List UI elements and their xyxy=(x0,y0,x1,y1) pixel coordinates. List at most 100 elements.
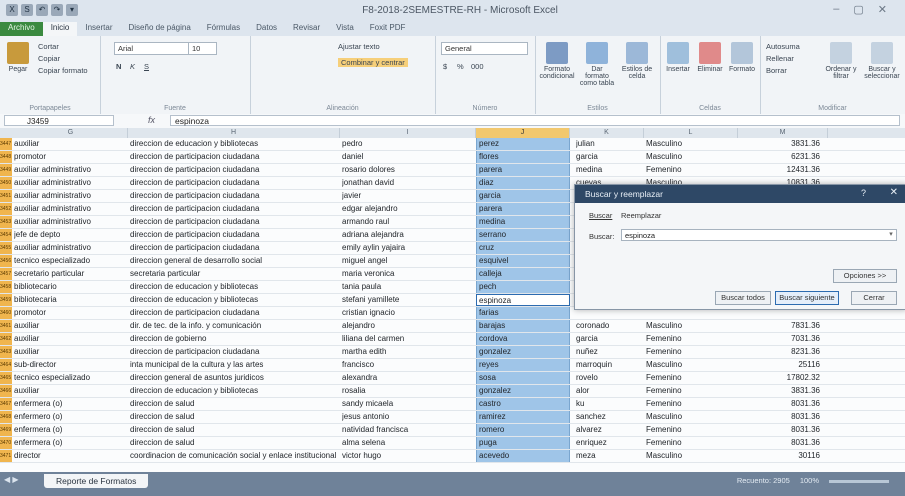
tab-foxit-pdf[interactable]: Foxit PDF xyxy=(362,22,414,36)
row-number[interactable]: 3471 xyxy=(0,450,12,462)
zoom-level[interactable]: 100% xyxy=(800,474,819,488)
formula-input[interactable]: espinoza xyxy=(170,115,900,126)
conditional-format-button[interactable]: Formato condicional xyxy=(539,42,575,80)
cell-nombre[interactable]: natividad francisca xyxy=(342,424,474,436)
cell-puesto[interactable]: auxiliar xyxy=(14,138,126,150)
format-as-table-button[interactable]: Dar formato como tabla xyxy=(579,42,615,87)
cell-nombre[interactable]: emily aylin yajaira xyxy=(342,242,474,254)
cell-sexo[interactable]: Masculino xyxy=(646,411,736,423)
cell-puesto[interactable]: bibliotecaria xyxy=(14,294,126,306)
cell-nombre[interactable]: javier xyxy=(342,190,474,202)
cell-apellido-paterno[interactable]: castro xyxy=(476,398,570,410)
cell-dependencia[interactable]: direccion de participacion ciudadana xyxy=(130,190,340,202)
cell-dependencia[interactable]: direccion de participacion ciudadana xyxy=(130,151,340,163)
cell-apellido-paterno[interactable]: gonzalez xyxy=(476,346,570,358)
cell-puesto[interactable]: tecnico especializado xyxy=(14,372,126,384)
cell-apellido-paterno[interactable]: perez xyxy=(476,138,570,150)
row-number[interactable]: 3459 xyxy=(0,294,12,306)
cell-apellido-paterno[interactable]: ramirez xyxy=(476,411,570,423)
cell-dependencia[interactable]: direccion de gobierno xyxy=(130,333,340,345)
find-next-button[interactable]: Buscar siguiente xyxy=(775,291,839,305)
cell-apellido-paterno[interactable]: medina xyxy=(476,216,570,228)
redo-icon[interactable]: ↷ xyxy=(51,4,63,16)
row-number[interactable]: 3452 xyxy=(0,203,12,215)
delete-cells-button[interactable]: Eliminar xyxy=(696,42,724,73)
cell-nombre[interactable]: jonathan david xyxy=(342,177,474,189)
cell-sueldo[interactable]: 3831.36 xyxy=(740,385,820,397)
cell-dependencia[interactable]: secretaria particular xyxy=(130,268,340,280)
cell-nombre[interactable]: armando raul xyxy=(342,216,474,228)
row-number[interactable]: 3451 xyxy=(0,190,12,202)
cell-sueldo[interactable]: 8031.36 xyxy=(740,398,820,410)
currency-button[interactable]: $ xyxy=(443,62,447,71)
cell-apellido-paterno[interactable]: diaz xyxy=(476,177,570,189)
tab-insert[interactable]: Insertar xyxy=(77,22,120,36)
cell-dependencia[interactable]: dir. de tec. de la info. y comunicación xyxy=(130,320,340,332)
cell-apellido-materno[interactable]: alvarez xyxy=(576,424,644,436)
cell-apellido-paterno[interactable]: romero xyxy=(476,424,570,436)
cell-dependencia[interactable]: direccion de salud xyxy=(130,424,340,436)
column-header-l[interactable]: L xyxy=(644,128,738,138)
cell-apellido-materno[interactable]: ku xyxy=(576,398,644,410)
row-number[interactable]: 3450 xyxy=(0,177,12,189)
tab-file[interactable]: Archivo xyxy=(0,22,43,36)
cell-apellido-paterno[interactable]: cruz xyxy=(476,242,570,254)
cell-apellido-paterno[interactable]: acevedo xyxy=(476,450,570,462)
close-window-button[interactable]: ✕ xyxy=(878,3,887,16)
cell-puesto[interactable]: auxiliar xyxy=(14,333,126,345)
cell-dependencia[interactable]: direccion de participacion ciudadana xyxy=(130,346,340,358)
cell-sueldo[interactable]: 8231.36 xyxy=(740,346,820,358)
row-number[interactable]: 3454 xyxy=(0,229,12,241)
cell-apellido-materno[interactable]: medina xyxy=(576,164,644,176)
cell-puesto[interactable]: enfermero (o) xyxy=(14,411,126,423)
cell-nombre[interactable]: miguel angel xyxy=(342,255,474,267)
cell-nombre[interactable]: victor hugo xyxy=(342,450,474,462)
cell-dependencia[interactable]: direccion de salud xyxy=(130,411,340,423)
cell-sexo[interactable]: Femenino xyxy=(646,372,736,384)
cell-dependencia[interactable]: direccion de salud xyxy=(130,398,340,410)
cell-dependencia[interactable]: direccion de educacion y bibliotecas xyxy=(130,294,340,306)
row-number[interactable]: 3449 xyxy=(0,164,12,176)
qat-customize-icon[interactable]: ▾ xyxy=(66,4,78,16)
tab-find[interactable]: Buscar xyxy=(589,211,612,220)
cell-nombre[interactable]: pedro xyxy=(342,138,474,150)
wrap-text-button[interactable]: Ajustar texto xyxy=(338,42,380,51)
sort-filter-button[interactable]: Ordenar y filtrar xyxy=(822,42,860,80)
format-cells-button[interactable]: Formato xyxy=(728,42,756,73)
cell-apellido-paterno[interactable]: puga xyxy=(476,437,570,449)
tab-formulas[interactable]: Fórmulas xyxy=(199,22,248,36)
row-number[interactable]: 3465 xyxy=(0,372,12,384)
insert-cells-button[interactable]: Insertar xyxy=(664,42,692,73)
cell-nombre[interactable]: rosario dolores xyxy=(342,164,474,176)
cell-sueldo[interactable]: 6231.36 xyxy=(740,151,820,163)
cell-sexo[interactable]: Femenino xyxy=(646,385,736,397)
sheet-tab[interactable]: Reporte de Formatos xyxy=(44,474,149,488)
cell-apellido-paterno[interactable]: barajas xyxy=(476,320,570,332)
cell-nombre[interactable]: daniel xyxy=(342,151,474,163)
cell-apellido-paterno[interactable]: reyes xyxy=(476,359,570,371)
cell-puesto[interactable]: bibliotecario xyxy=(14,281,126,293)
help-icon[interactable]: ? xyxy=(861,188,866,198)
copy-button[interactable]: Copiar xyxy=(38,54,60,63)
column-header-k[interactable]: K xyxy=(570,128,644,138)
name-box[interactable]: J3459 xyxy=(4,115,114,126)
cell-apellido-paterno[interactable]: garcia xyxy=(476,190,570,202)
cell-sueldo[interactable]: 17802.32 xyxy=(740,372,820,384)
cell-nombre[interactable]: jesus antonio xyxy=(342,411,474,423)
cell-nombre[interactable]: tania paula xyxy=(342,281,474,293)
row-number[interactable]: 3458 xyxy=(0,281,12,293)
cell-apellido-paterno[interactable]: calleja xyxy=(476,268,570,280)
cell-apellido-paterno[interactable]: gonzalez xyxy=(476,385,570,397)
cell-dependencia[interactable]: direccion de participacion ciudadana xyxy=(130,203,340,215)
paste-button[interactable]: Pegar xyxy=(4,42,32,73)
cell-dependencia[interactable]: direccion general de desarrollo social xyxy=(130,255,340,267)
font-name-combo[interactable]: Arial xyxy=(114,42,189,55)
cut-button[interactable]: Cortar xyxy=(38,42,59,51)
cell-puesto[interactable]: auxiliar administrativo xyxy=(14,242,126,254)
cell-puesto[interactable]: director xyxy=(14,450,126,462)
cell-nombre[interactable]: alejandro xyxy=(342,320,474,332)
thousands-button[interactable]: 000 xyxy=(471,62,484,71)
cell-nombre[interactable]: martha edith xyxy=(342,346,474,358)
cell-sexo[interactable]: Femenino xyxy=(646,346,736,358)
cell-puesto[interactable]: auxiliar administrativo xyxy=(14,216,126,228)
